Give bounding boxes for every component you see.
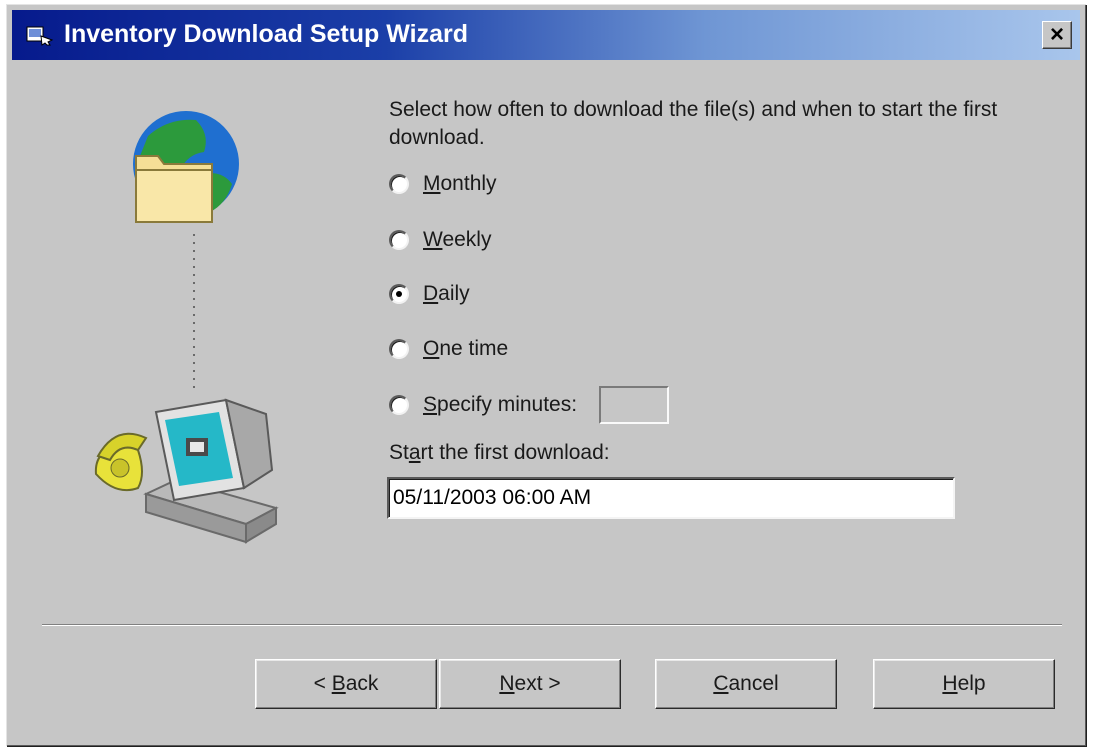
radio-label: Monthly <box>423 172 497 195</box>
radio-weekly[interactable]: Weekly <box>389 225 491 255</box>
start-datetime-field[interactable]: 05/11/2003 06:00 AM <box>387 477 955 519</box>
wizard-window: Inventory Download Setup Wizard × Select… <box>6 4 1086 746</box>
start-download-label: Start the first download: <box>389 441 610 464</box>
radio-specify-minutes[interactable]: Specify minutes: <box>389 386 670 424</box>
help-button-label: Help <box>942 672 986 695</box>
computer-phone-icon <box>94 398 279 544</box>
frequency-prompt: Select how often to download the file(s)… <box>389 98 998 149</box>
radio-label: One time <box>423 337 509 360</box>
radio-button[interactable] <box>389 395 409 415</box>
separator-line <box>42 624 1062 626</box>
radio-button-selected[interactable] <box>389 284 409 304</box>
radio-label: Weekly <box>423 228 492 251</box>
title-bar[interactable]: Inventory Download Setup Wizard × <box>12 10 1080 60</box>
radio-daily[interactable]: Daily <box>389 279 470 309</box>
minutes-input[interactable] <box>599 386 670 424</box>
next-button[interactable]: Next > <box>439 659 621 709</box>
radio-one-time[interactable]: One time <box>389 334 508 364</box>
back-button[interactable]: < Back <box>255 659 437 709</box>
window-title: Inventory Download Setup Wizard <box>64 20 468 48</box>
radio-button[interactable] <box>389 230 409 250</box>
radio-button[interactable] <box>389 174 409 194</box>
radio-label: Specify minutes: <box>423 393 578 416</box>
cancel-button-label: Cancel <box>713 672 779 695</box>
close-icon: × <box>1049 21 1064 48</box>
wizard-illustration <box>94 111 279 544</box>
wizard-app-icon <box>26 26 54 46</box>
radio-selected-dot <box>396 291 402 297</box>
help-button[interactable]: Help <box>873 659 1055 709</box>
radio-monthly[interactable]: Monthly <box>389 169 497 199</box>
next-button-label: Next > <box>499 672 561 695</box>
cancel-button[interactable]: Cancel <box>655 659 837 709</box>
back-button-label: < Back <box>313 672 379 695</box>
radio-label: Daily <box>423 282 470 305</box>
close-button[interactable]: × <box>1042 21 1072 49</box>
globe-folder-icon <box>133 111 239 223</box>
radio-button[interactable] <box>389 339 409 359</box>
